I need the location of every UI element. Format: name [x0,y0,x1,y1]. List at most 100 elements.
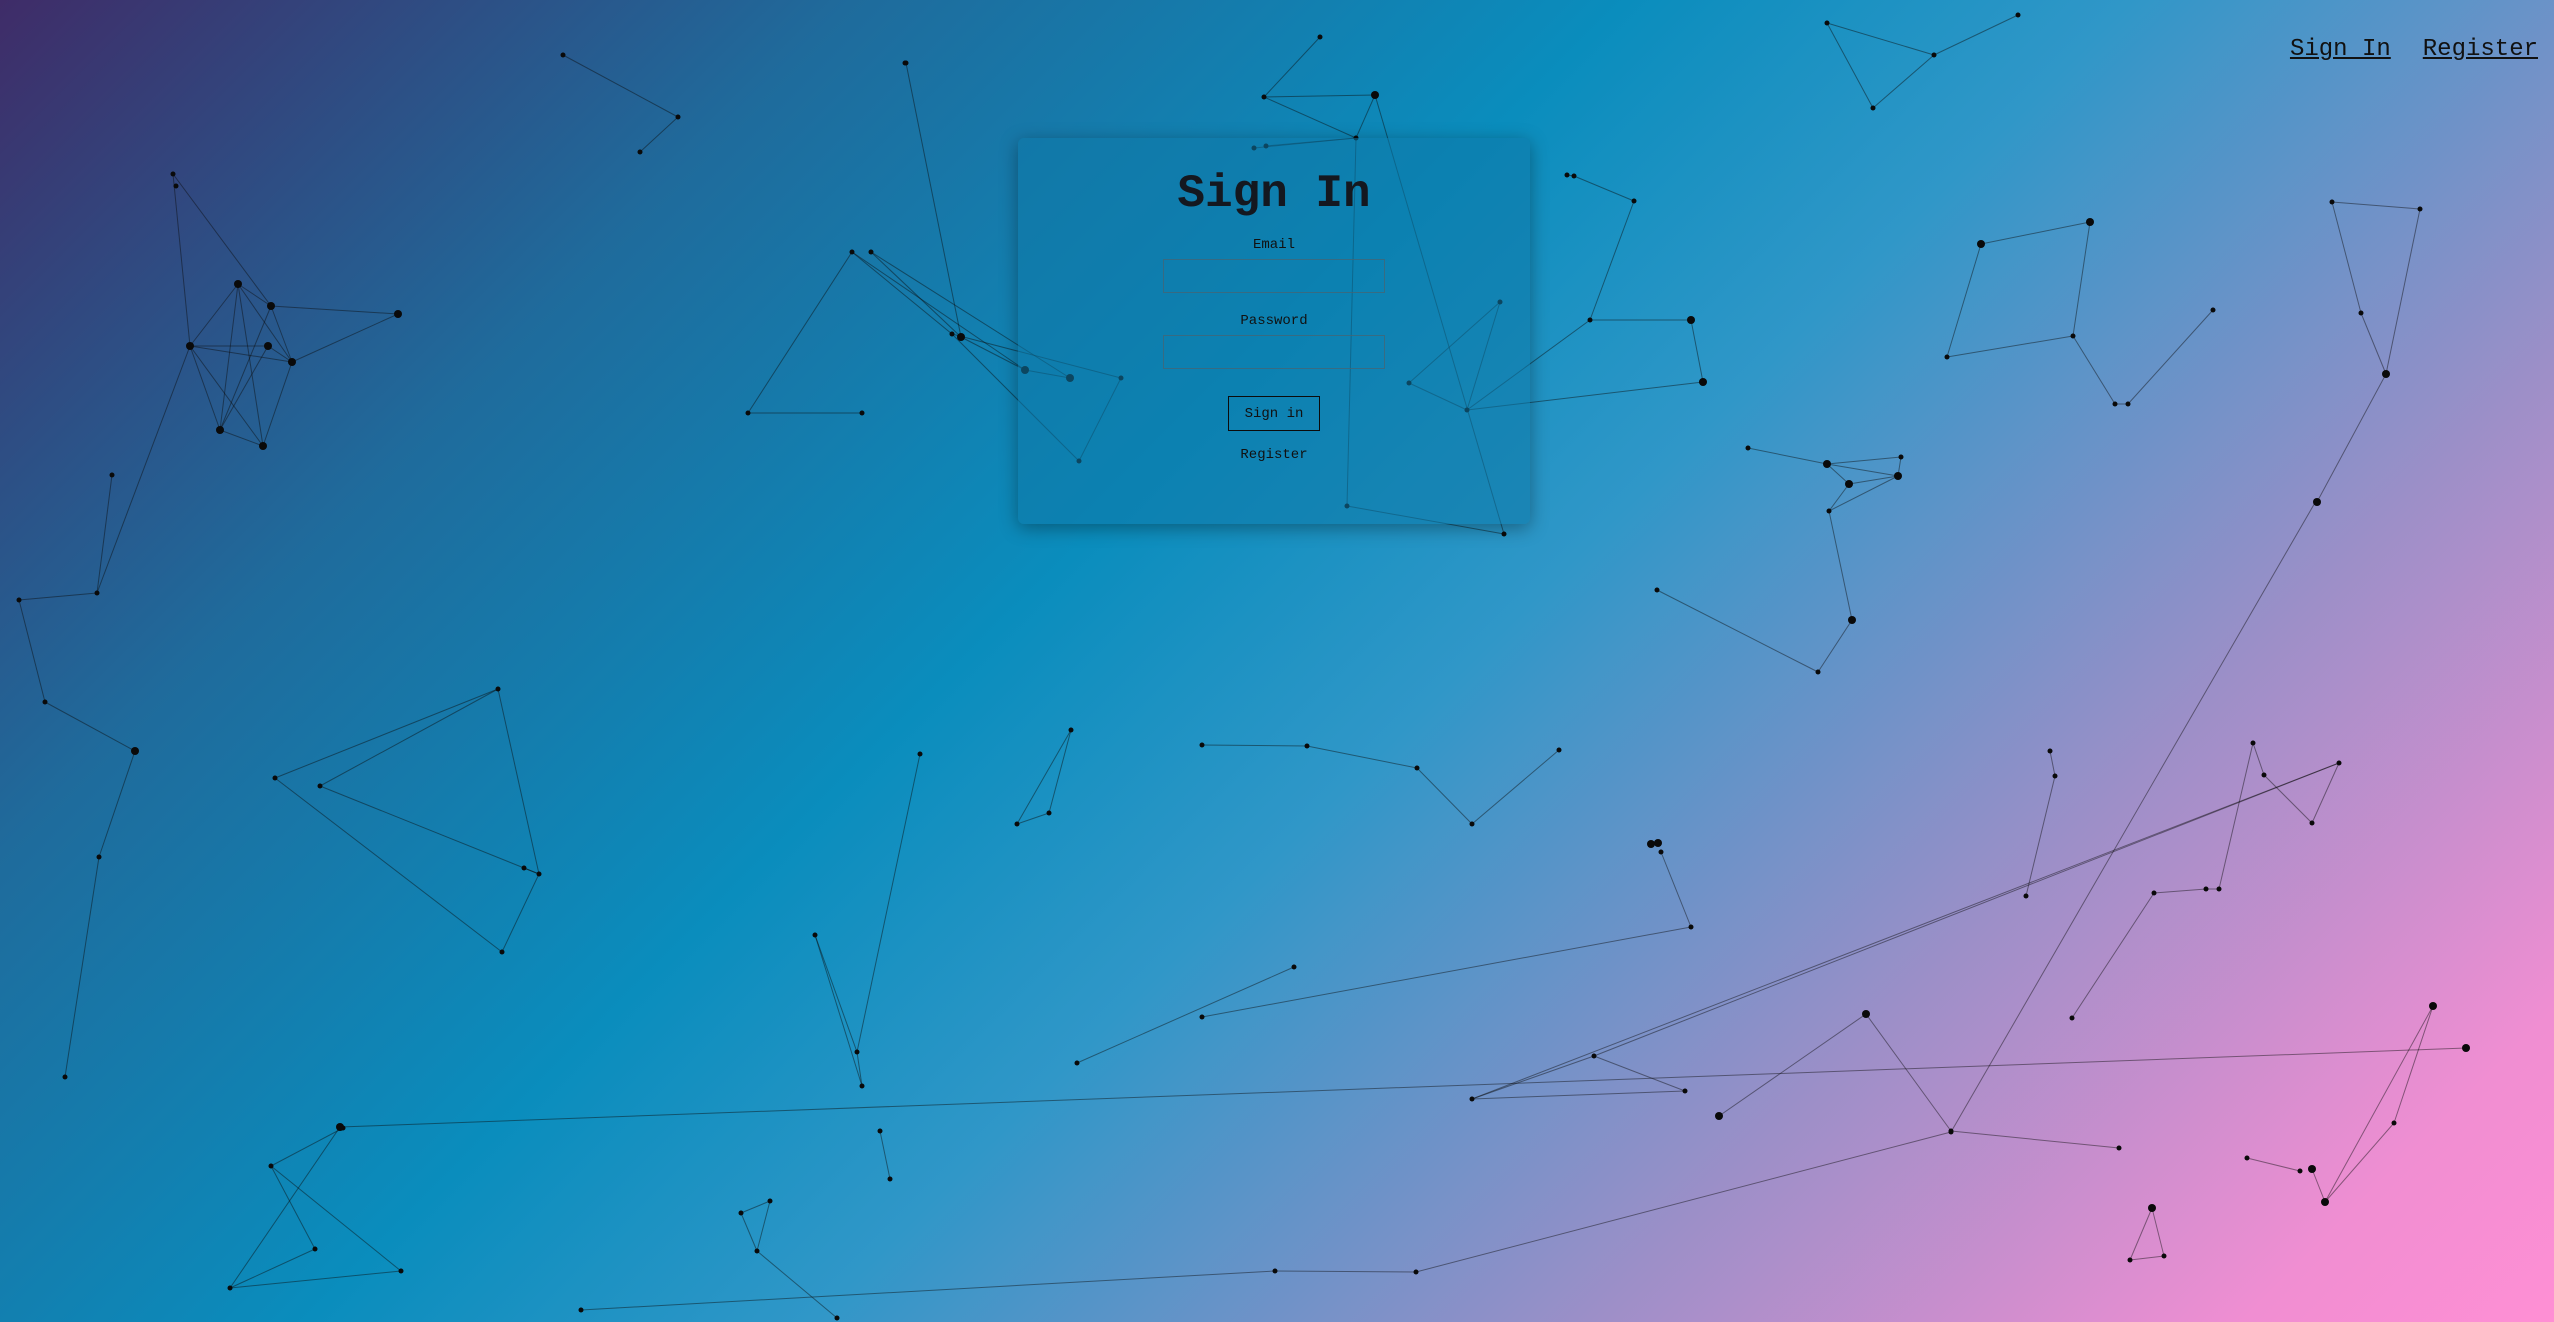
network-node [1647,840,1655,848]
network-node [2151,890,2157,896]
network-link [2331,201,2421,210]
network-link [1690,319,1704,383]
network-node [1014,821,1020,827]
network-node [1304,743,1310,749]
network-node [170,171,176,177]
network-link [2246,1157,2301,1172]
network-node [1848,616,1856,624]
network-link [270,1165,316,1250]
network-node [1977,240,1985,248]
network-node [859,1083,865,1089]
sign-in-button[interactable]: Sign in [1228,396,1320,431]
network-link [1471,1090,1686,1100]
network-link [1946,335,2074,358]
register-link[interactable]: Register [1240,447,1307,463]
network-link [270,1165,402,1272]
network-node [2358,310,2364,316]
network-link [267,345,293,363]
network-node [1826,508,1832,514]
network-node [1068,727,1074,733]
network-node [1556,747,1562,753]
network-link [172,173,272,307]
network-node [1688,924,1694,930]
network-link [756,1250,838,1319]
network-link [856,753,921,1053]
email-field[interactable] [1163,259,1385,293]
network-node [849,249,855,255]
network-node [1815,669,1821,675]
network-link [189,345,264,447]
network-node [234,280,242,288]
network-node [2203,886,2209,892]
network-link [1950,500,2317,1133]
network-node [754,1248,760,1254]
network-link [2263,774,2313,824]
network-node [216,426,224,434]
network-node [2382,370,2390,378]
network-link [2385,208,2421,375]
network-link [756,1200,771,1252]
network-node [1413,1269,1419,1275]
network-node [340,1125,346,1131]
top-nav: Sign In Register [2290,36,2538,63]
network-node [2462,1044,2470,1052]
network-node [560,52,566,58]
network-node [1199,1014,1205,1020]
network-node [675,114,681,120]
network-link [270,1127,344,1167]
network-link [1415,1131,1952,1273]
network-node [394,310,402,318]
network-link [870,251,962,338]
network-node [536,871,542,877]
network-link [339,1047,2467,1128]
password-field[interactable] [1163,335,1385,369]
network-link [497,688,540,875]
network-node [2391,1120,2397,1126]
network-link [229,1270,402,1289]
network-link [270,305,293,363]
network-node [264,342,272,350]
network-link [44,701,136,752]
network-link [562,54,679,118]
network-link [2025,775,2056,897]
network-link [1048,729,1072,814]
email-label: Email [1252,237,1295,253]
network-link [1826,22,1874,109]
network-node [1291,964,1297,970]
network-node [1654,839,1662,847]
network-node [949,331,955,337]
network-node [259,442,267,450]
network-node [877,1128,883,1134]
network-node [2309,820,2315,826]
network-link [2072,221,2091,337]
network-node [2417,206,2423,212]
network-link [189,345,293,363]
network-node [2261,772,2267,778]
network-link [1980,221,2091,245]
network-node [2116,1145,2122,1151]
network-node [1715,1112,1723,1120]
nav-sign-in-link[interactable]: Sign In [2290,36,2391,63]
network-link [1471,1055,1595,1100]
nav-register-link[interactable]: Register [2423,36,2538,63]
network-node [2127,1257,2133,1263]
network-node [94,590,100,596]
network-node [1414,765,1420,771]
network-link [2071,892,2155,1019]
network-node [1631,198,1637,204]
network-link [2049,750,2056,777]
network-link [1656,589,1819,673]
network-link [2153,888,2207,894]
network-node [2308,1165,2316,1173]
network-node [1845,480,1853,488]
network-link [851,251,953,335]
network-node [2429,1002,2437,1010]
network-link [1471,749,1560,825]
network-node [2161,1253,2167,1259]
network-node [1564,172,1570,178]
network-link [1828,483,1850,512]
network-link [1306,745,1418,769]
network-node [2244,1155,2250,1161]
network-link [18,592,98,601]
network-node [2148,1204,2156,1212]
